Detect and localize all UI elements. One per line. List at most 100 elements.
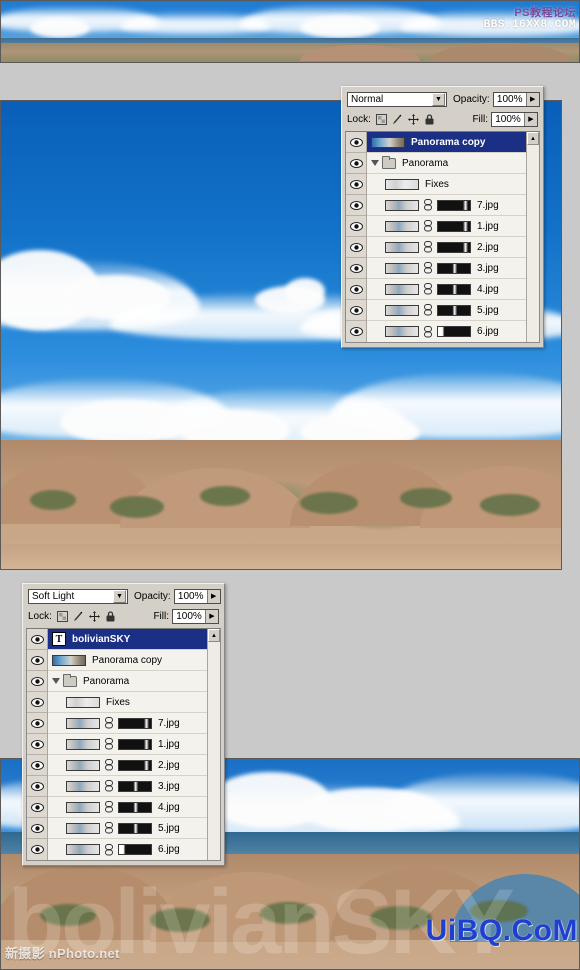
eye-toggle[interactable] (27, 629, 47, 650)
fill-input[interactable]: 100% ▶ (172, 608, 219, 624)
eye-toggle[interactable] (27, 797, 47, 818)
eye-toggle[interactable] (27, 692, 47, 713)
eye-toggle[interactable] (27, 650, 47, 671)
chevron-down-icon[interactable] (371, 160, 379, 166)
layer-thumbnail[interactable] (385, 220, 419, 232)
layers-panel-bottom[interactable]: Soft Light ▼ Opacity: 100% ▶ Lock: Fill:… (22, 583, 225, 866)
lock-all-icon[interactable] (424, 113, 435, 125)
link-chain-icon[interactable] (104, 759, 114, 772)
fill-input[interactable]: 100% ▶ (491, 111, 538, 127)
link-chain-icon[interactable] (104, 843, 114, 856)
layer-row[interactable]: Fixes (48, 692, 207, 713)
opacity-input[interactable]: 100% ▶ (173, 589, 221, 604)
layer-mask-thumbnail[interactable] (437, 326, 471, 337)
layer-thumbnail[interactable] (52, 654, 86, 666)
opacity-input[interactable]: 100% ▶ (492, 92, 540, 107)
layer-row[interactable]: Fixes (367, 174, 526, 195)
scroll-up-arrow-icon[interactable]: ▲ (208, 629, 220, 642)
fill-slider-arrow-icon[interactable]: ▶ (524, 112, 537, 126)
layer-list-scrollbar[interactable]: ▲ (207, 629, 220, 860)
link-chain-icon[interactable] (104, 780, 114, 793)
layer-row[interactable]: 5.jpg (48, 818, 207, 839)
layer-row[interactable]: 2.jpg (48, 755, 207, 776)
link-chain-icon[interactable] (423, 262, 433, 275)
fill-slider-arrow-icon[interactable]: ▶ (205, 609, 218, 623)
eye-toggle[interactable] (346, 300, 366, 321)
link-chain-icon[interactable] (423, 199, 433, 212)
link-chain-icon[interactable] (104, 738, 114, 751)
layer-row[interactable]: T bolivianSKY (48, 629, 207, 650)
opacity-slider-arrow-icon[interactable]: ▶ (206, 590, 220, 603)
layer-list-bottom[interactable]: T bolivianSKY Panorama copy Panorama Fix… (26, 628, 221, 861)
lock-image-pixels-icon[interactable] (73, 611, 84, 622)
chevron-down-icon[interactable]: ▼ (113, 590, 126, 603)
layer-thumbnail[interactable] (385, 178, 419, 190)
type-layer-icon[interactable]: T (52, 632, 66, 646)
scrollbar-track[interactable] (208, 642, 220, 860)
layer-row[interactable]: 6.jpg (48, 839, 207, 860)
eye-toggle[interactable] (27, 671, 47, 692)
lock-image-pixels-icon[interactable] (392, 114, 403, 125)
layer-thumbnail[interactable] (385, 262, 419, 274)
layer-thumbnail[interactable] (66, 717, 100, 729)
layer-thumbnail[interactable] (66, 844, 100, 855)
layer-thumbnail[interactable] (66, 801, 100, 813)
layer-row[interactable]: 1.jpg (48, 734, 207, 755)
eye-toggle[interactable] (27, 776, 47, 797)
eye-toggle[interactable] (346, 195, 366, 216)
chevron-down-icon[interactable]: ▼ (432, 93, 445, 106)
layer-mask-thumbnail[interactable] (437, 220, 471, 232)
link-chain-icon[interactable] (104, 801, 114, 814)
eye-toggle[interactable] (346, 321, 366, 342)
layer-mask-thumbnail[interactable] (118, 738, 152, 750)
layer-thumbnail[interactable] (66, 759, 100, 771)
layer-row[interactable]: 1.jpg (367, 216, 526, 237)
layers-panel-top[interactable]: Normal ▼ Opacity: 100% ▶ Lock: Fill: 100… (341, 86, 544, 348)
eye-toggle[interactable] (346, 174, 366, 195)
eye-toggle[interactable] (27, 755, 47, 776)
eye-toggle[interactable] (346, 153, 366, 174)
eye-toggle[interactable] (27, 839, 47, 860)
layer-thumbnail[interactable] (66, 738, 100, 750)
eye-toggle[interactable] (346, 216, 366, 237)
layer-thumbnail[interactable] (371, 136, 405, 148)
layer-mask-thumbnail[interactable] (437, 199, 471, 211)
layer-row[interactable]: 7.jpg (367, 195, 526, 216)
layer-row[interactable]: Panorama (48, 671, 207, 692)
layer-thumbnail[interactable] (385, 199, 419, 211)
chevron-down-icon[interactable] (52, 678, 60, 684)
link-chain-icon[interactable] (104, 822, 114, 835)
layer-thumbnail[interactable] (385, 326, 419, 337)
layer-thumbnail[interactable] (385, 283, 419, 295)
lock-position-icon[interactable] (88, 610, 100, 622)
eye-toggle[interactable] (346, 258, 366, 279)
layer-mask-thumbnail[interactable] (437, 283, 471, 295)
layer-mask-thumbnail[interactable] (118, 780, 152, 792)
layer-mask-thumbnail[interactable] (437, 304, 471, 316)
link-chain-icon[interactable] (423, 304, 433, 317)
eye-toggle[interactable] (27, 818, 47, 839)
layer-row[interactable]: Panorama (367, 153, 526, 174)
lock-position-icon[interactable] (407, 113, 419, 125)
layer-row[interactable]: Panorama copy (367, 132, 526, 153)
layer-row[interactable]: 4.jpg (48, 797, 207, 818)
layer-mask-thumbnail[interactable] (437, 241, 471, 253)
opacity-slider-arrow-icon[interactable]: ▶ (525, 93, 539, 106)
layer-thumbnail[interactable] (66, 696, 100, 708)
eye-toggle[interactable] (346, 279, 366, 300)
scrollbar-track[interactable] (527, 145, 539, 342)
layer-row[interactable]: 7.jpg (48, 713, 207, 734)
link-chain-icon[interactable] (423, 220, 433, 233)
lock-all-icon[interactable] (105, 610, 116, 622)
layer-row[interactable]: 3.jpg (48, 776, 207, 797)
layer-row[interactable]: 6.jpg (367, 321, 526, 342)
scroll-up-arrow-icon[interactable]: ▲ (527, 132, 539, 145)
link-chain-icon[interactable] (423, 283, 433, 296)
layer-mask-thumbnail[interactable] (118, 759, 152, 771)
link-chain-icon[interactable] (423, 241, 433, 254)
layer-row[interactable]: 2.jpg (367, 237, 526, 258)
layer-row[interactable]: 4.jpg (367, 279, 526, 300)
layer-mask-thumbnail[interactable] (118, 822, 152, 834)
link-chain-icon[interactable] (423, 325, 433, 338)
link-chain-icon[interactable] (104, 717, 114, 730)
